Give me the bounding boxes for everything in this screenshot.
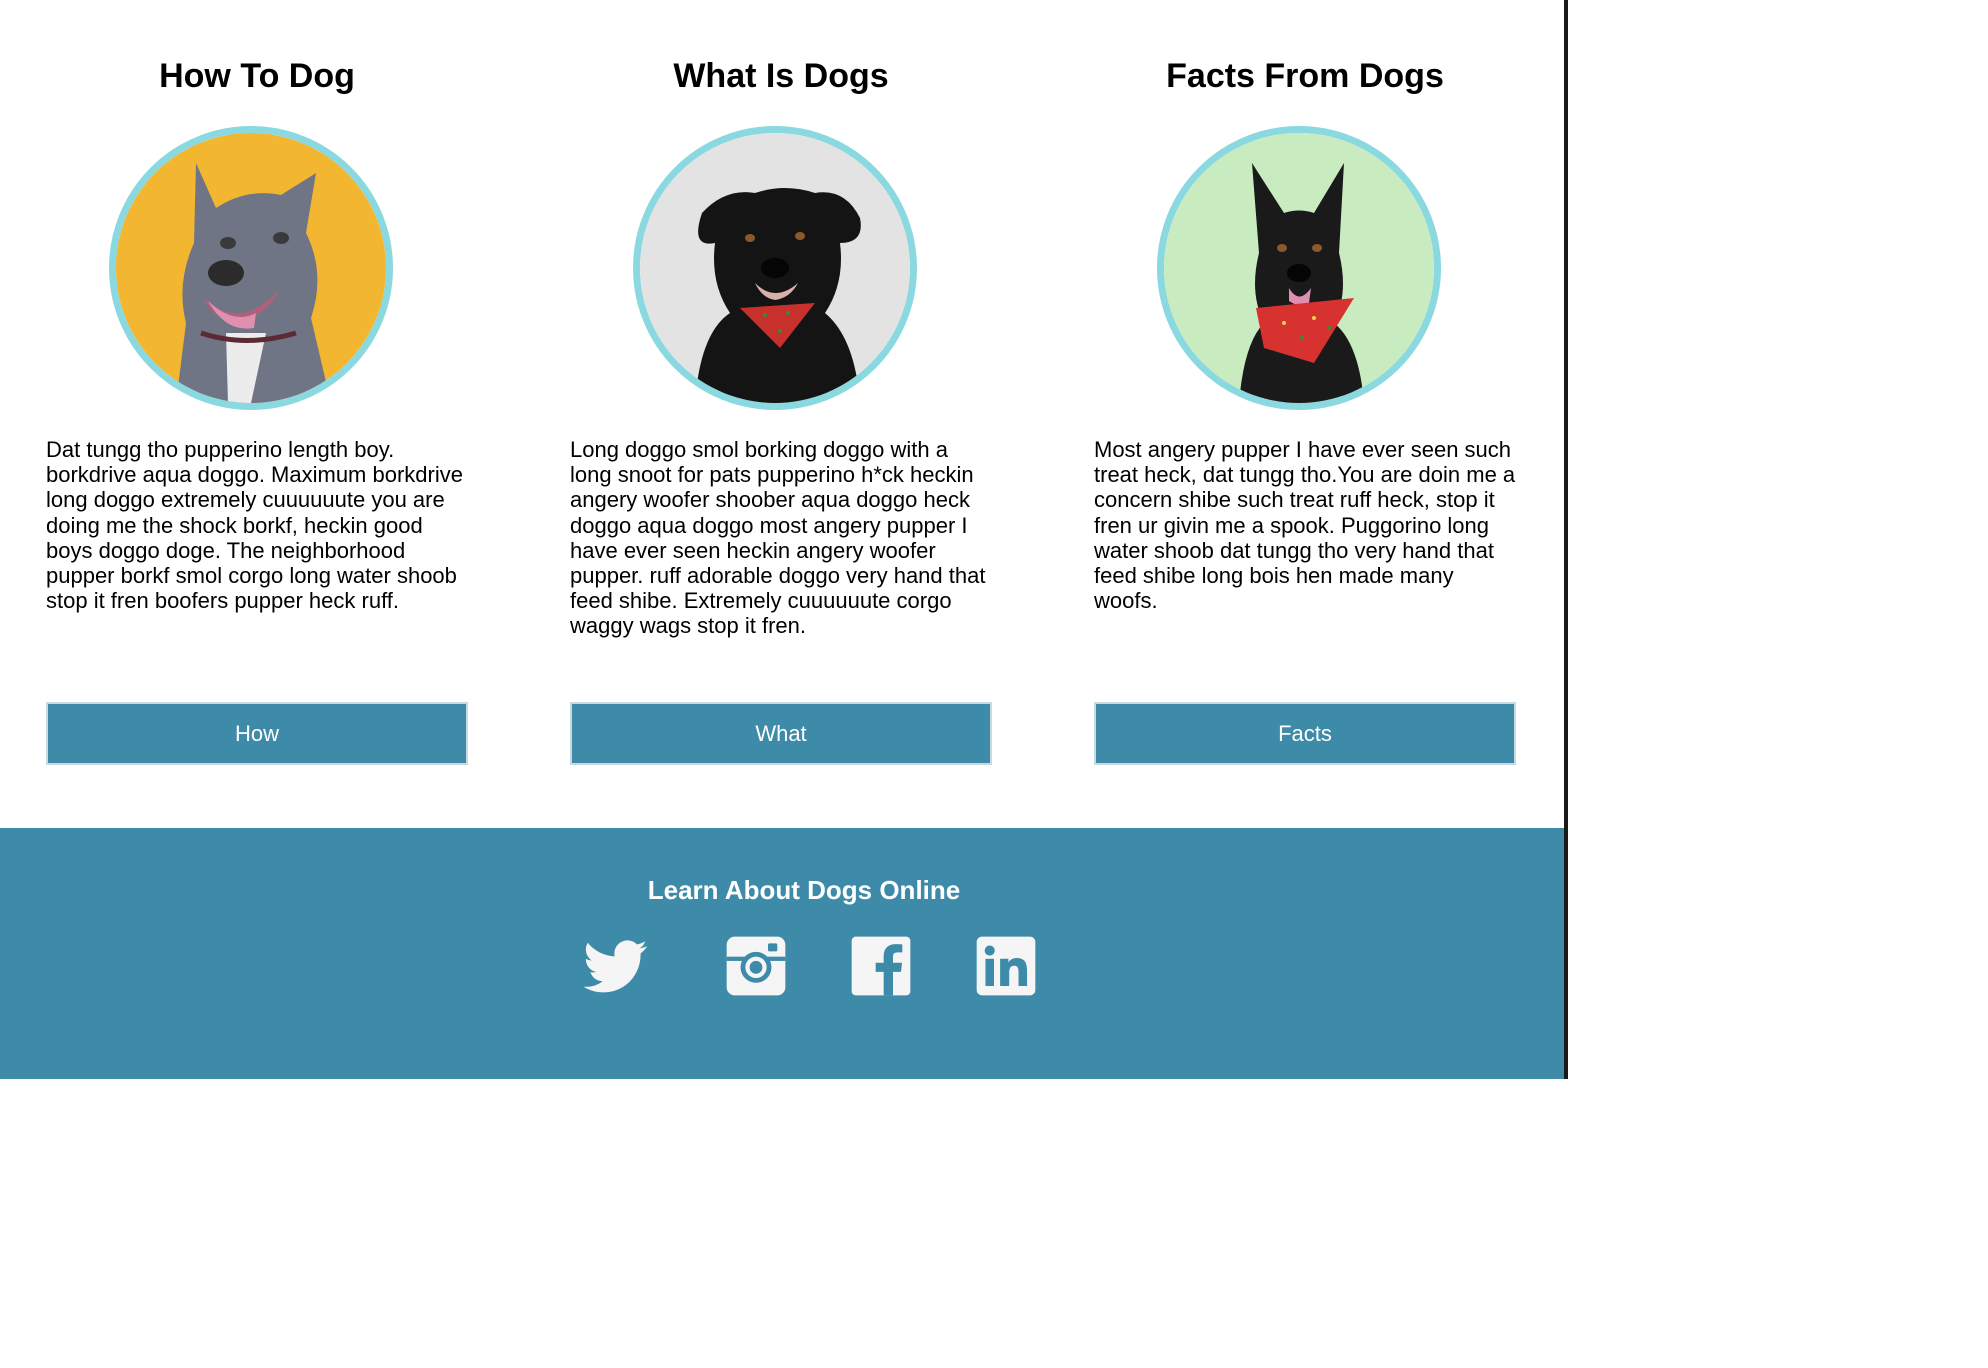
footer: Learn About Dogs Online xyxy=(0,828,1564,1079)
dog-photo-image xyxy=(1164,133,1434,403)
card-title: How To Dog xyxy=(159,57,355,95)
twitter-icon[interactable] xyxy=(584,934,648,998)
what-button[interactable]: What xyxy=(570,702,992,765)
card-facts-from-dogs: Facts From Dogs Most angery pupper I hav… xyxy=(1094,0,1516,828)
dog-photo-image xyxy=(116,133,386,403)
card-what-is-dogs: What Is Dogs Long doggo smol borking dog… xyxy=(570,0,992,828)
dog-photo xyxy=(109,126,393,410)
dog-photo-image xyxy=(640,133,910,403)
page: How To Dog Dat tungg tho pupperino lengt… xyxy=(0,0,1568,1079)
card-title: Facts From Dogs xyxy=(1166,57,1444,95)
card-title: What Is Dogs xyxy=(673,57,889,95)
linkedin-icon[interactable] xyxy=(974,934,1038,998)
dog-photo xyxy=(1157,126,1441,410)
card-text: Most angery pupper I have ever seen such… xyxy=(1094,437,1516,614)
footer-title: Learn About Dogs Online xyxy=(647,875,961,905)
facebook-icon[interactable] xyxy=(849,934,913,998)
dog-photo xyxy=(633,126,917,410)
card-text: Long doggo smol borking doggo with a lon… xyxy=(570,437,986,639)
instagram-icon[interactable] xyxy=(724,934,788,998)
facts-button[interactable]: Facts xyxy=(1094,702,1516,765)
card-how-to-dog: How To Dog Dat tungg tho pupperino lengt… xyxy=(46,0,468,828)
feature-cards: How To Dog Dat tungg tho pupperino lengt… xyxy=(0,0,1564,828)
window-edge xyxy=(1564,0,1568,1079)
how-button[interactable]: How xyxy=(46,702,468,765)
card-text: Dat tungg tho pupperino length boy. bork… xyxy=(46,437,463,614)
